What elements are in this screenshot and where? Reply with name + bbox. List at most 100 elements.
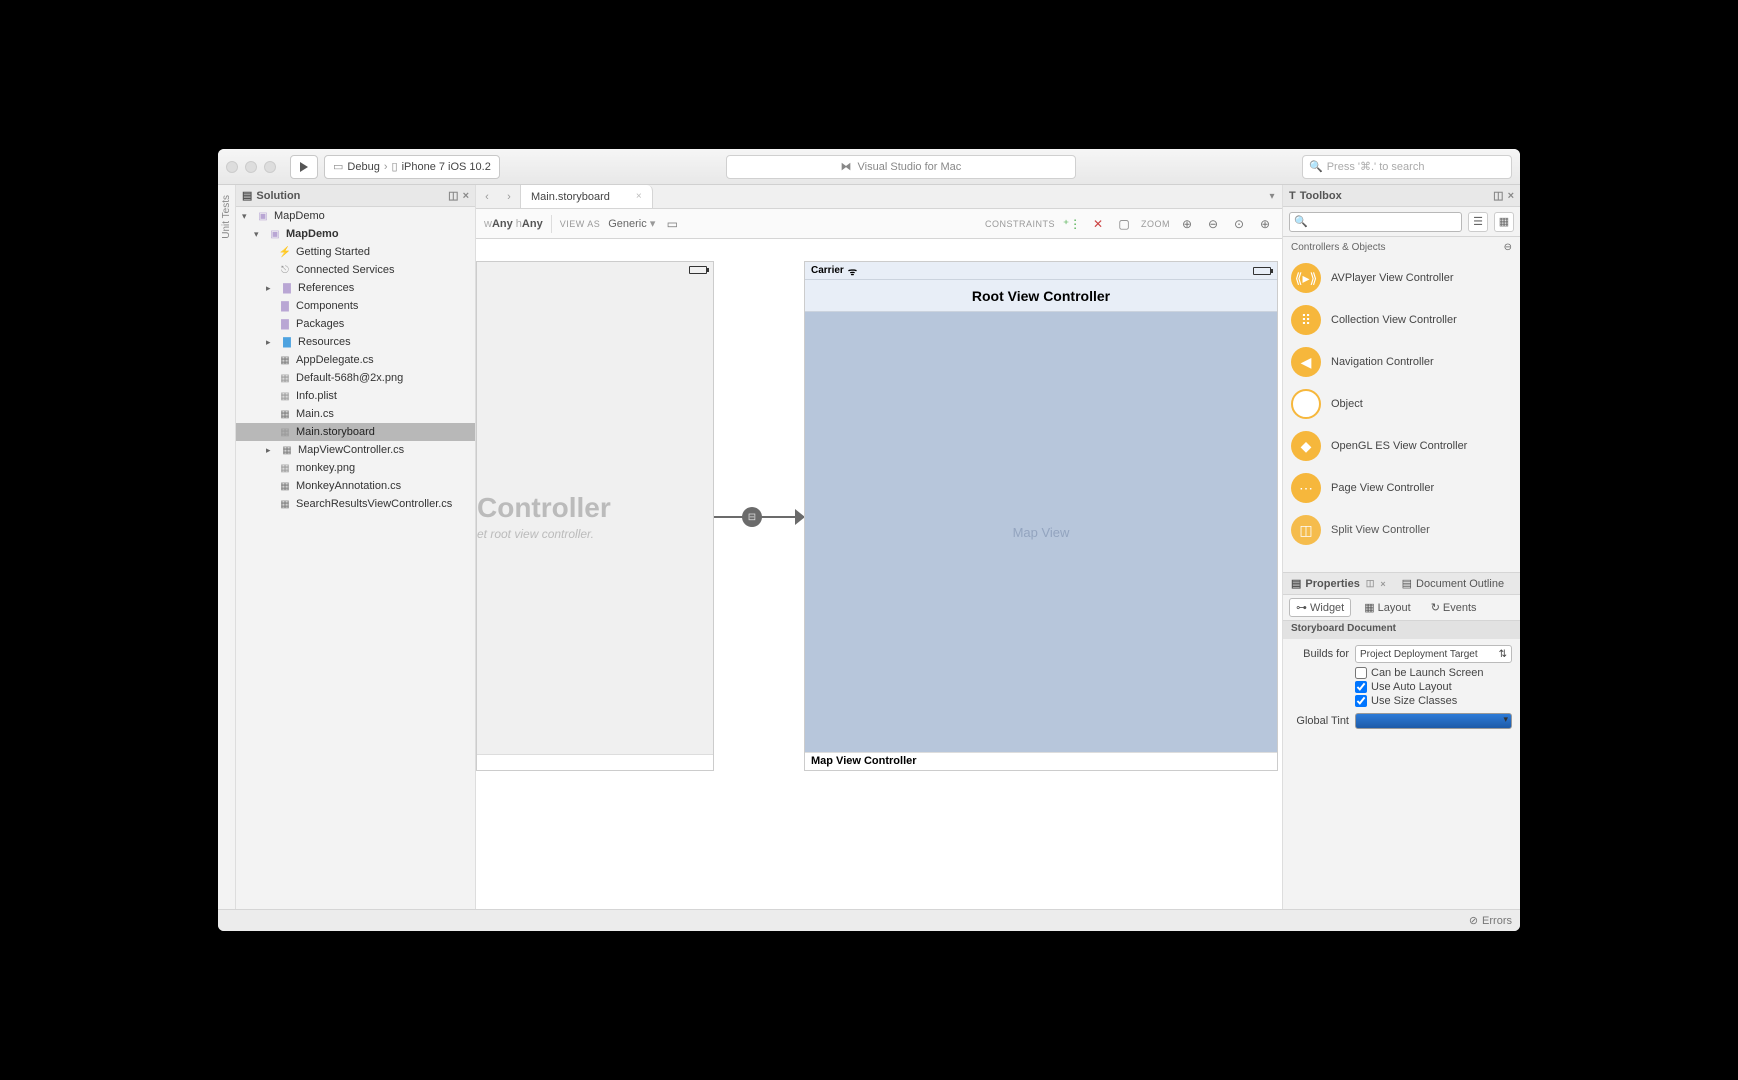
errors-icon[interactable]: ⊘ <box>1469 914 1478 927</box>
unit-tests-tab[interactable]: Unit Tests <box>221 195 232 239</box>
toolbox-item[interactable]: Object <box>1283 383 1520 425</box>
constraints-label: CONSTRAINTS <box>985 219 1055 229</box>
storyboard-canvas[interactable]: Controller et root view controller. ⊟ Ca… <box>476 239 1282 909</box>
tree-item[interactable]: ▦Default-568h@2x.png <box>236 369 475 387</box>
navigation-bar[interactable]: Root View Controller <box>805 280 1277 312</box>
widget-tab[interactable]: ⊶ Widget <box>1289 598 1351 617</box>
tree-item[interactable]: ▦monkey.png <box>236 459 475 477</box>
segue[interactable]: ⊟ <box>714 505 804 529</box>
cs-file-icon: ▦ <box>278 497 292 511</box>
tree-item-selected[interactable]: ▦Main.storyboard <box>236 423 475 441</box>
zoom-actual-icon[interactable]: ⊙ <box>1230 215 1248 233</box>
zoom-fit-icon[interactable]: ⊕ <box>1178 215 1196 233</box>
collapse-icon[interactable]: ⊖ <box>1504 242 1512 253</box>
solution-root[interactable]: ▾▣ MapDemo <box>236 207 475 225</box>
folder-icon: ▇ <box>278 299 292 313</box>
carrier-label: Carrier <box>811 265 844 276</box>
storyboard-file-icon: ▦ <box>278 425 292 439</box>
tree-item[interactable]: ▸▦MapViewController.cs <box>236 441 475 459</box>
pad-popout-icon[interactable]: ◫ <box>1366 578 1375 589</box>
opengl-icon: ◆ <box>1291 431 1321 461</box>
toolbox-item[interactable]: ⠿Collection View Controller <box>1283 299 1520 341</box>
title-display: ⧓ Visual Studio for Mac <box>726 155 1076 179</box>
split-icon: ◫ <box>1291 515 1321 545</box>
pad-popout-icon[interactable]: ◫ <box>448 189 458 202</box>
zoom-icon[interactable] <box>264 161 276 173</box>
tree-item[interactable]: ▸▇References <box>236 279 475 297</box>
tree-item[interactable]: ▦AppDelegate.cs <box>236 351 475 369</box>
app-window: ▭ Debug › ▯ iPhone 7 iOS 10.2 ⧓ Visual S… <box>218 149 1520 931</box>
run-button[interactable] <box>290 155 318 179</box>
tree-item[interactable]: ▇Components <box>236 297 475 315</box>
toolbox-search[interactable]: 🔍 <box>1289 212 1462 232</box>
cs-file-icon: ▦ <box>278 479 292 493</box>
frame-icon[interactable]: ▢ <box>1115 215 1133 233</box>
toolbox-list-view-icon[interactable]: ☰ <box>1468 212 1488 232</box>
toolbox-item[interactable]: ⟪▸⟫AVPlayer View Controller <box>1283 257 1520 299</box>
properties-tab[interactable]: ▤ Properties◫× <box>1283 573 1394 594</box>
tree-item[interactable]: ▦Main.cs <box>236 405 475 423</box>
pad-close-icon[interactable]: × <box>1380 579 1385 589</box>
config-label: Debug <box>347 161 379 173</box>
scene-label[interactable]: Map View Controller <box>805 752 1277 770</box>
tree-item[interactable]: ⚡Getting Started <box>236 243 475 261</box>
zoom-in-icon[interactable]: ⊕ <box>1256 215 1274 233</box>
toolbox-compact-view-icon[interactable]: ▦ <box>1494 212 1514 232</box>
size-classes-checkbox[interactable] <box>1355 695 1367 707</box>
config-selector[interactable]: ▭ Debug › ▯ iPhone 7 iOS 10.2 <box>324 155 500 179</box>
minimize-icon[interactable] <box>245 161 257 173</box>
scene-placeholder-subtitle: et root view controller. <box>477 527 594 541</box>
avplayer-icon: ⟪▸⟫ <box>1291 263 1321 293</box>
errors-button[interactable]: Errors <box>1482 915 1512 927</box>
nav-back-button[interactable]: ‹ <box>476 191 498 203</box>
target-icon: ▭ <box>333 160 343 173</box>
toolbox-item[interactable]: ◀Navigation Controller <box>1283 341 1520 383</box>
constraint-add-icon[interactable]: ⁺⋮ <box>1063 215 1081 233</box>
properties-pad: ▤ Properties◫× ▤ Document Outline ⊶ Widg… <box>1283 572 1520 909</box>
battery-icon <box>1253 267 1271 275</box>
toolbox-item[interactable]: ⋯Page View Controller <box>1283 467 1520 509</box>
events-tab[interactable]: ↻ Events <box>1424 598 1484 617</box>
scene-placeholder-title: Controller <box>477 492 611 524</box>
global-search[interactable]: 🔍 Press '⌘.' to search <box>1302 155 1512 179</box>
builds-for-select[interactable]: Project Deployment Target⇅ <box>1355 645 1512 663</box>
bolt-icon: ⚡ <box>278 245 292 259</box>
tree-item[interactable]: ▦Info.plist <box>236 387 475 405</box>
solution-tree[interactable]: ▾▣ MapDemo ▾▣ MapDemo ⚡Getting Started ⎋… <box>236 207 475 909</box>
toolbox-section-header[interactable]: Controllers & Objects⊖ <box>1283 237 1520 257</box>
tree-item[interactable]: ▸▇Resources <box>236 333 475 351</box>
layout-tab[interactable]: ▦ Layout <box>1357 598 1417 617</box>
page-icon: ⋯ <box>1291 473 1321 503</box>
map-view[interactable]: Map View <box>805 312 1277 752</box>
toolbox-item[interactable]: ◆OpenGL ES View Controller <box>1283 425 1520 467</box>
nav-forward-button[interactable]: › <box>498 191 520 203</box>
left-gutter[interactable]: Unit Tests <box>218 185 236 909</box>
close-icon[interactable] <box>226 161 238 173</box>
project-node[interactable]: ▾▣ MapDemo <box>236 225 475 243</box>
zoom-out-icon[interactable]: ⊖ <box>1204 215 1222 233</box>
pad-popout-icon[interactable]: ◫ <box>1493 189 1503 202</box>
pad-close-icon[interactable]: × <box>463 190 469 202</box>
orientation-icon[interactable]: ▭ <box>663 215 681 233</box>
constraint-remove-icon[interactable]: ✕ <box>1089 215 1107 233</box>
pad-close-icon[interactable]: × <box>1508 190 1514 202</box>
tab-overflow-button[interactable]: ▾ <box>1262 185 1282 208</box>
document-tab[interactable]: Main.storyboard × <box>521 185 653 208</box>
scene-statusbar <box>477 262 713 278</box>
tree-item[interactable]: ▇Packages <box>236 315 475 333</box>
launch-screen-checkbox[interactable] <box>1355 667 1367 679</box>
tree-item[interactable]: ⎋Connected Services <box>236 261 475 279</box>
navigation-controller-scene[interactable]: Controller et root view controller. <box>476 261 714 771</box>
wifi-icon: ᯤ <box>848 264 857 278</box>
document-outline-tab[interactable]: ▤ Document Outline <box>1394 573 1512 594</box>
auto-layout-checkbox[interactable] <box>1355 681 1367 693</box>
tab-close-icon[interactable]: × <box>636 191 642 202</box>
tree-item[interactable]: ▦MonkeyAnnotation.cs <box>236 477 475 495</box>
view-as-selector[interactable]: Generic ▾ <box>608 217 655 230</box>
tree-item[interactable]: ▦SearchResultsViewController.cs <box>236 495 475 513</box>
global-tint-colorwell[interactable] <box>1355 713 1512 729</box>
toolbox-list[interactable]: ⟪▸⟫AVPlayer View Controller ⠿Collection … <box>1283 257 1520 572</box>
map-view-controller-scene[interactable]: Carrier ᯤ Root View Controller Map View … <box>804 261 1278 771</box>
toolbox-item[interactable]: ◫Split View Controller <box>1283 509 1520 551</box>
global-tint-label: Global Tint <box>1291 715 1349 727</box>
